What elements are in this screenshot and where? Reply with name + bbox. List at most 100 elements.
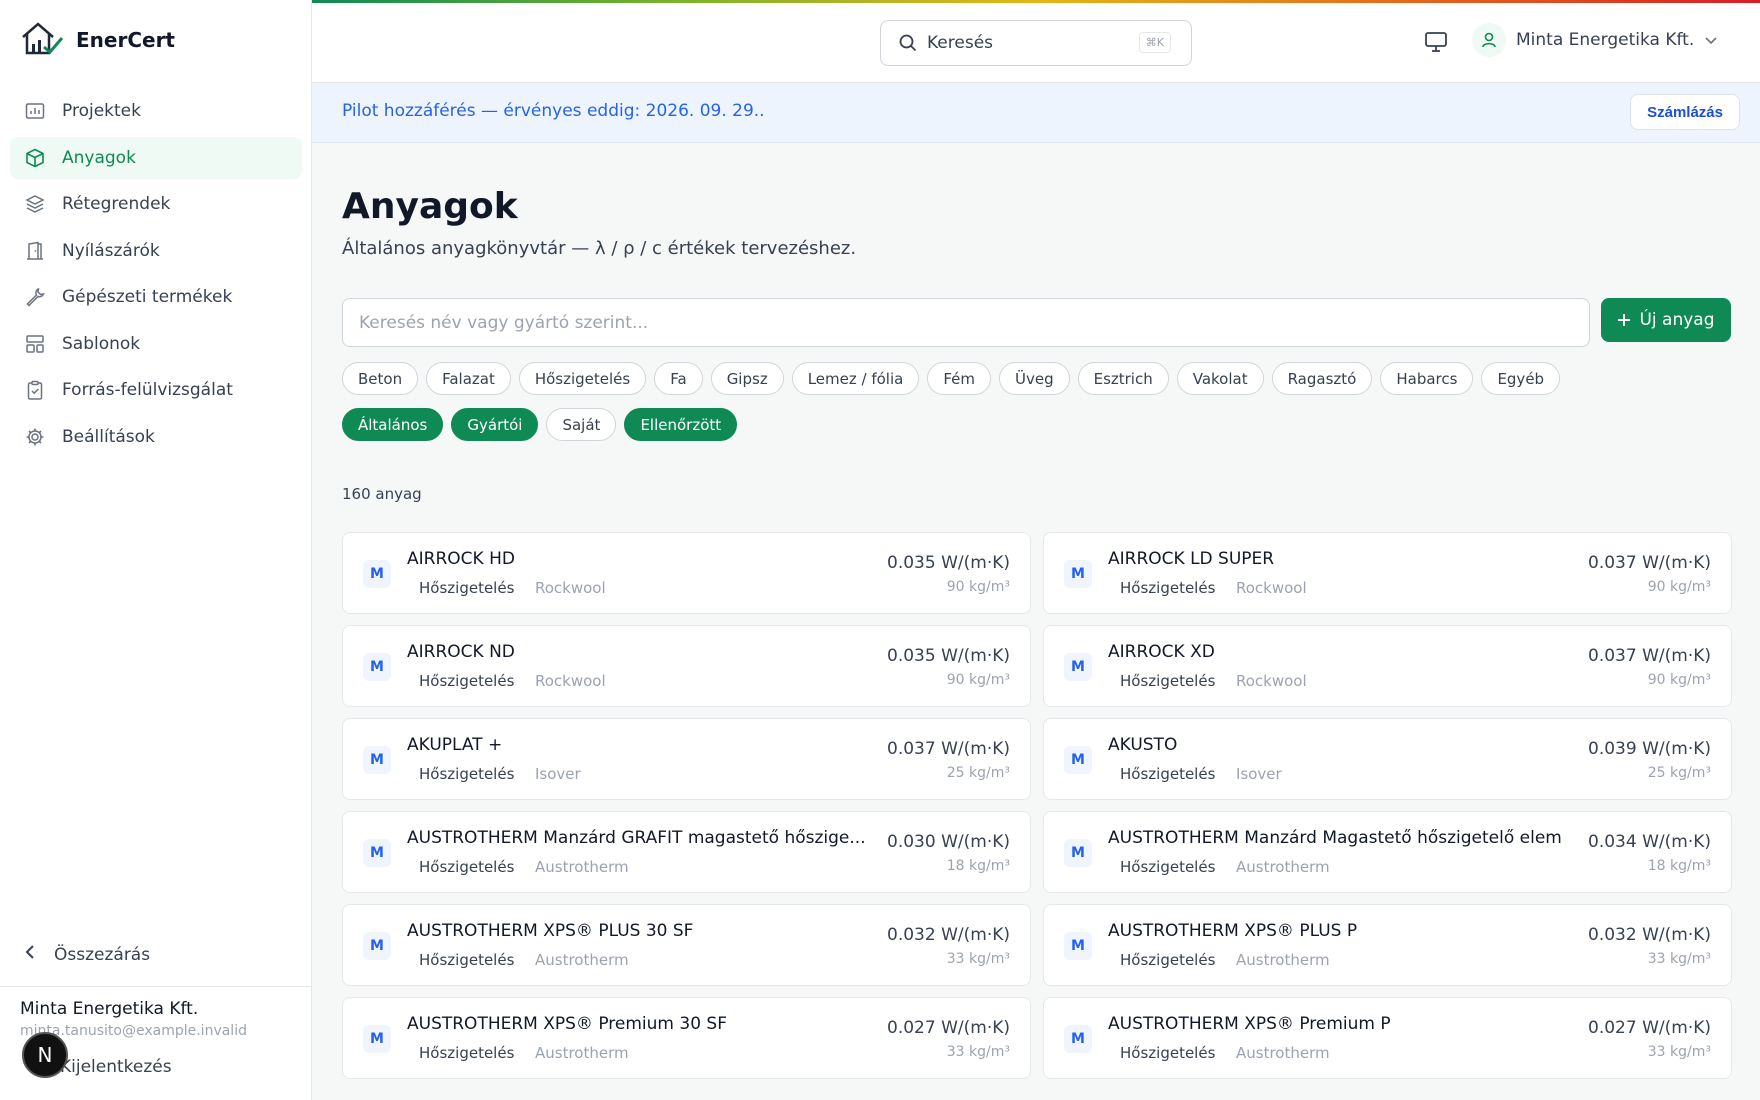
category-chip[interactable]: Vakolat — [1176, 362, 1264, 395]
logout-button[interactable]: Kijelentkezés — [60, 1057, 172, 1077]
material-manufacturer: Isover — [1236, 765, 1282, 783]
material-type-badge: M — [363, 932, 391, 960]
sidebar-item-6[interactable]: Forrás-felülvizsgálat — [10, 369, 302, 411]
material-category: Hőszigetelés — [419, 858, 515, 876]
wrench-icon — [24, 286, 46, 308]
sidebar-nav: Projektek Anyagok Rétegrendek Nyílászárók Gé… — [10, 90, 302, 462]
category-chip[interactable]: Fa — [654, 362, 703, 395]
material-search-input[interactable] — [342, 298, 1590, 347]
category-chip[interactable]: Üveg — [998, 362, 1070, 395]
material-card[interactable]: M AUSTROTHERM Manzárd GRAFIT magastető hő… — [342, 811, 1031, 893]
clipboard-check-icon — [24, 379, 46, 401]
category-chip[interactable]: Hőszigetelés — [518, 362, 647, 395]
folder-chart-icon — [24, 100, 46, 122]
material-type-badge: M — [1064, 1025, 1092, 1053]
material-card[interactable]: M AIRROCK HD Hőszigetelés Rockwool 0.035 W/(… — [342, 532, 1031, 614]
dev-tools-badge[interactable]: N — [22, 1032, 68, 1078]
collapse-button[interactable]: Összezárás — [24, 944, 150, 965]
sidebar-item-label: Sablonok — [62, 333, 141, 354]
sidebar-item-label: Gépészeti termékek — [62, 287, 233, 307]
material-card[interactable]: M AUSTROTHERM Manzárd Magastető hőszigete… — [1043, 811, 1732, 893]
material-name: AUSTROTHERM XPS® PLUS 30 SF — [407, 921, 694, 941]
material-lambda: 0.037 W/(m·K) — [1588, 553, 1711, 573]
gear-icon — [24, 426, 46, 448]
material-name: AUSTROTHERM Manzárd GRAFIT magastető hős… — [407, 828, 866, 848]
billing-button[interactable]: Számlázás — [1630, 94, 1740, 130]
category-chip[interactable]: Fém — [927, 362, 991, 395]
account-org-name: Minta Energetika Kft. — [20, 999, 199, 1019]
cube-icon — [24, 147, 46, 169]
layers-icon — [24, 193, 46, 215]
material-card[interactable]: M AUSTROTHERM XPS® Premium P Hőszigetelés A… — [1043, 997, 1732, 1079]
material-manufacturer: Rockwool — [1236, 672, 1307, 690]
category-chip[interactable]: Lemez / fólia — [791, 362, 920, 395]
material-card[interactable]: M AUSTROTHERM XPS® PLUS 30 SF Hőszigetelés… — [342, 904, 1031, 986]
material-density: 18 kg/m³ — [946, 858, 1010, 874]
material-density: 90 kg/m³ — [1647, 672, 1711, 688]
door-icon — [24, 240, 46, 262]
sidebar-item-label: Projektek — [62, 101, 141, 121]
chevron-left-icon — [24, 944, 36, 965]
user-menu[interactable]: Minta Energetika Kft. — [1472, 23, 1718, 57]
category-chip[interactable]: Falazat — [426, 362, 511, 395]
sidebar-item-label: Nyílászárók — [62, 240, 160, 261]
material-card[interactable]: M AIRROCK LD SUPER Hőszigetelés Rockwool 0.0… — [1043, 532, 1732, 614]
material-card[interactable]: M AUSTROTHERM XPS® PLUS P Hőszigetelés Aust… — [1043, 904, 1732, 986]
material-lambda: 0.035 W/(m·K) — [887, 646, 1010, 666]
brand[interactable]: EnerCert — [20, 20, 175, 60]
material-type-badge: M — [1064, 560, 1092, 588]
material-lambda: 0.030 W/(m·K) — [887, 832, 1010, 852]
material-category: Hőszigetelés — [419, 951, 515, 969]
material-name: AKUSTO — [1108, 735, 1178, 755]
material-density: 90 kg/m³ — [946, 672, 1010, 688]
category-chip[interactable]: Gipsz — [710, 362, 784, 395]
sidebar-item-label: Forrás-felülvizsgálat — [62, 380, 233, 400]
material-type-badge: M — [363, 560, 391, 588]
material-type-badge: M — [363, 746, 391, 774]
sidebar-item-0[interactable]: Projektek — [10, 90, 302, 132]
category-chip[interactable]: Egyéb — [1481, 362, 1561, 395]
sidebar-item-7[interactable]: Beállítások — [10, 416, 302, 458]
category-chip[interactable]: Beton — [342, 362, 419, 395]
category-chip[interactable]: Habarcs — [1380, 362, 1474, 395]
material-manufacturer: Austrotherm — [535, 1044, 629, 1062]
sidebar-item-2[interactable]: Rétegrendek — [10, 183, 302, 225]
category-chip[interactable]: Ragasztó — [1271, 362, 1373, 395]
material-card[interactable]: M AIRROCK XD Hőszigetelés Rockwool 0.037 W/(… — [1043, 625, 1732, 707]
source-chip[interactable]: Gyártói — [451, 408, 539, 441]
material-name: AKUPLAT + — [407, 735, 503, 755]
material-card[interactable]: M AKUSTO Hőszigetelés Isover 0.039 W/(m·K) 25… — [1043, 718, 1732, 800]
source-chip[interactable]: Ellenőrzött — [624, 408, 738, 441]
sidebar-item-5[interactable]: Sablonok — [10, 323, 302, 365]
material-name: AIRROCK HD — [407, 549, 515, 569]
material-card[interactable]: M AUSTROTHERM XPS® Premium 30 SF Hőszigete… — [342, 997, 1031, 1079]
global-search[interactable]: Keresés ⌘K — [880, 20, 1192, 66]
monitor-icon[interactable] — [1424, 31, 1448, 57]
material-lambda: 0.027 W/(m·K) — [1588, 1018, 1711, 1038]
material-category: Hőszigetelés — [419, 672, 515, 690]
material-lambda: 0.037 W/(m·K) — [1588, 646, 1711, 666]
material-density: 90 kg/m³ — [946, 579, 1010, 595]
pilot-banner: Pilot hozzáférés — érvényes eddig: 2026.… — [312, 83, 1760, 143]
material-manufacturer: Austrotherm — [535, 858, 629, 876]
page-subtitle: Általános anyagkönyvtár — λ / ρ / c érté… — [342, 238, 857, 259]
material-density: 25 kg/m³ — [1647, 765, 1711, 781]
material-category: Hőszigetelés — [1120, 672, 1216, 690]
material-card[interactable]: M AKUPLAT + Hőszigetelés Isover 0.037 W/(m·K… — [342, 718, 1031, 800]
pilot-banner-text: Pilot hozzáférés — érvényes eddig: 2026.… — [342, 101, 765, 121]
material-card[interactable]: M AIRROCK ND Hőszigetelés Rockwool 0.035 W/(… — [342, 625, 1031, 707]
source-chip[interactable]: Saját — [546, 408, 617, 441]
source-chip[interactable]: Általános — [342, 408, 444, 441]
new-material-button[interactable]: Új anyag — [1601, 298, 1731, 342]
material-manufacturer: Rockwool — [535, 672, 606, 690]
sidebar-item-4[interactable]: Gépészeti termékek — [10, 276, 302, 318]
page-title: Anyagok — [342, 186, 518, 227]
chevron-down-icon — [1704, 35, 1718, 45]
material-type-badge: M — [363, 653, 391, 681]
material-density: 33 kg/m³ — [946, 951, 1010, 967]
result-count: 160 anyag — [342, 485, 422, 503]
sidebar-item-3[interactable]: Nyílászárók — [10, 230, 302, 272]
sidebar-item-1[interactable]: Anyagok — [10, 136, 302, 179]
brand-name: EnerCert — [76, 28, 175, 52]
category-chip[interactable]: Esztrich — [1077, 362, 1169, 395]
